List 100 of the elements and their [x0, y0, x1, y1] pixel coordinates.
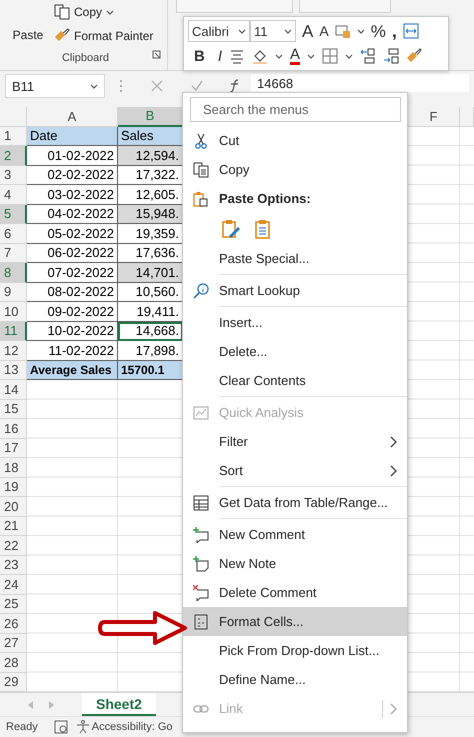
sheet-tab[interactable]: Sheet2 [82, 693, 156, 716]
table-cell: Date [27, 126, 118, 146]
next-sheet-icon [48, 700, 54, 708]
font-size-select[interactable]: 11 [250, 20, 296, 42]
format-cells-icon [193, 614, 209, 630]
bold-button[interactable]: B [194, 48, 205, 64]
scissors-icon [193, 132, 209, 148]
row-number[interactable]: 10 [0, 302, 27, 322]
row-number[interactable]: 26 [0, 614, 27, 634]
comment-plus-icon [193, 526, 209, 542]
borders-icon [322, 48, 338, 64]
table-cell: 14,701. [118, 263, 183, 282]
dialog-launcher-icon[interactable] [152, 50, 161, 59]
menu-item[interactable]: Delete Comment [183, 578, 407, 607]
decrease-decimal-icon [383, 48, 400, 64]
paste-icon[interactable] [253, 218, 273, 238]
wrap-text-icon [402, 23, 419, 39]
font-color-button[interactable]: A [290, 47, 300, 65]
row-number[interactable]: 29 [0, 672, 27, 692]
row-number[interactable]: 6 [0, 224, 27, 244]
note-plus-icon [193, 556, 209, 572]
menu-item[interactable]: Insert... [183, 308, 407, 337]
menu-item[interactable]: Delete... [183, 337, 407, 366]
row-number[interactable]: 24 [0, 575, 27, 594]
row-number[interactable]: 2 [0, 146, 27, 166]
row-number[interactable]: 16 [0, 419, 27, 438]
ribbon-control[interactable] [299, 0, 391, 13]
menu-item[interactable]: New Comment [183, 520, 407, 549]
table-cell: 08-02-2022 [27, 282, 118, 302]
percent-style-button[interactable]: % [370, 22, 386, 40]
table-cell: 05-02-2022 [27, 224, 118, 244]
menu-item[interactable]: Clear Contents [183, 366, 407, 395]
format-painter-button[interactable]: Format Painter [52, 24, 156, 48]
grow-font-button[interactable]: A [302, 22, 314, 40]
row-number[interactable]: 8 [0, 263, 27, 282]
row-number[interactable]: 20 [0, 497, 27, 516]
font-select[interactable]: Calibri [188, 20, 250, 42]
table-icon [193, 494, 209, 510]
paste-formatting-icon[interactable] [221, 218, 241, 238]
row-number[interactable]: 28 [0, 653, 27, 672]
table-cell: 01-02-2022 [27, 146, 118, 166]
search-field[interactable]: Search the menus [190, 97, 401, 122]
column-header[interactable]: B [118, 107, 183, 126]
row-number[interactable]: 14 [0, 380, 27, 400]
paste-button[interactable]: Paste [4, 0, 52, 48]
row-number[interactable]: 18 [0, 458, 27, 478]
caret-icon [106, 10, 114, 14]
accessibility-status[interactable]: Accessibility: Go [92, 721, 172, 733]
fill-color-icon [252, 48, 268, 64]
menu-item[interactable]: Smart Lookup [183, 276, 407, 305]
column-header[interactable]: F [408, 107, 460, 126]
row-number[interactable]: 22 [0, 536, 27, 556]
number-format-icon [334, 23, 351, 39]
menu-item[interactable]: Copy [183, 155, 407, 184]
column-header[interactable] [460, 107, 474, 126]
formula-field[interactable]: 14668 [251, 74, 469, 92]
comma-style-button[interactable]: , [392, 22, 397, 40]
menu-item[interactable]: Pick From Drop-down List... [183, 636, 407, 665]
caret-icon [356, 28, 365, 34]
row-number[interactable]: 13 [0, 360, 27, 380]
menu-item[interactable]: Sort [183, 456, 407, 485]
copy-button[interactable]: Copy [52, 0, 116, 24]
row-number[interactable]: 17 [0, 438, 27, 458]
section-heading: Paste Options: [219, 191, 312, 206]
row-number[interactable]: 27 [0, 634, 27, 653]
ribbon-control[interactable] [176, 0, 293, 13]
row-number[interactable]: 15 [0, 400, 27, 419]
table-cell: 17,322. [118, 166, 183, 185]
previous-sheet-icon [28, 700, 34, 708]
caret-icon [307, 54, 316, 58]
row-number[interactable]: 5 [0, 204, 27, 224]
italic-button[interactable]: I [218, 48, 222, 64]
row-number[interactable]: 23 [0, 556, 27, 575]
table-cell: 14,668. [118, 322, 183, 341]
row-number[interactable]: 21 [0, 516, 27, 536]
menu-item[interactable]: Filter [183, 427, 407, 456]
menu-item[interactable]: Get Data from Table/Range... [183, 488, 407, 517]
row-number[interactable]: 25 [0, 594, 27, 614]
caret-icon [345, 54, 354, 58]
menu-item[interactable]: Format Cells... [183, 607, 407, 636]
table-cell: 09-02-2022 [27, 302, 118, 322]
column-header[interactable]: A [27, 107, 118, 126]
chart-icon [193, 404, 209, 420]
row-number[interactable]: 7 [0, 244, 27, 263]
copy-icon [193, 162, 209, 178]
row-number[interactable]: 12 [0, 341, 27, 360]
name-box[interactable]: B11 [5, 74, 105, 98]
row-number[interactable]: 3 [0, 166, 27, 185]
row-number[interactable]: 19 [0, 478, 27, 497]
select-all-corner[interactable] [0, 107, 27, 126]
row-number[interactable]: 11 [0, 322, 27, 341]
shrink-font-button[interactable]: A [319, 24, 329, 38]
table-cell: 10,560. [118, 282, 183, 302]
menu-item[interactable]: Define Name... [183, 665, 407, 694]
row-number[interactable]: 1 [0, 126, 27, 146]
menu-item[interactable]: New Note [183, 549, 407, 578]
menu-item[interactable]: Cut [183, 126, 407, 155]
menu-item[interactable]: Paste Special... [183, 244, 407, 273]
row-number[interactable]: 4 [0, 185, 27, 204]
row-number[interactable]: 9 [0, 282, 27, 302]
